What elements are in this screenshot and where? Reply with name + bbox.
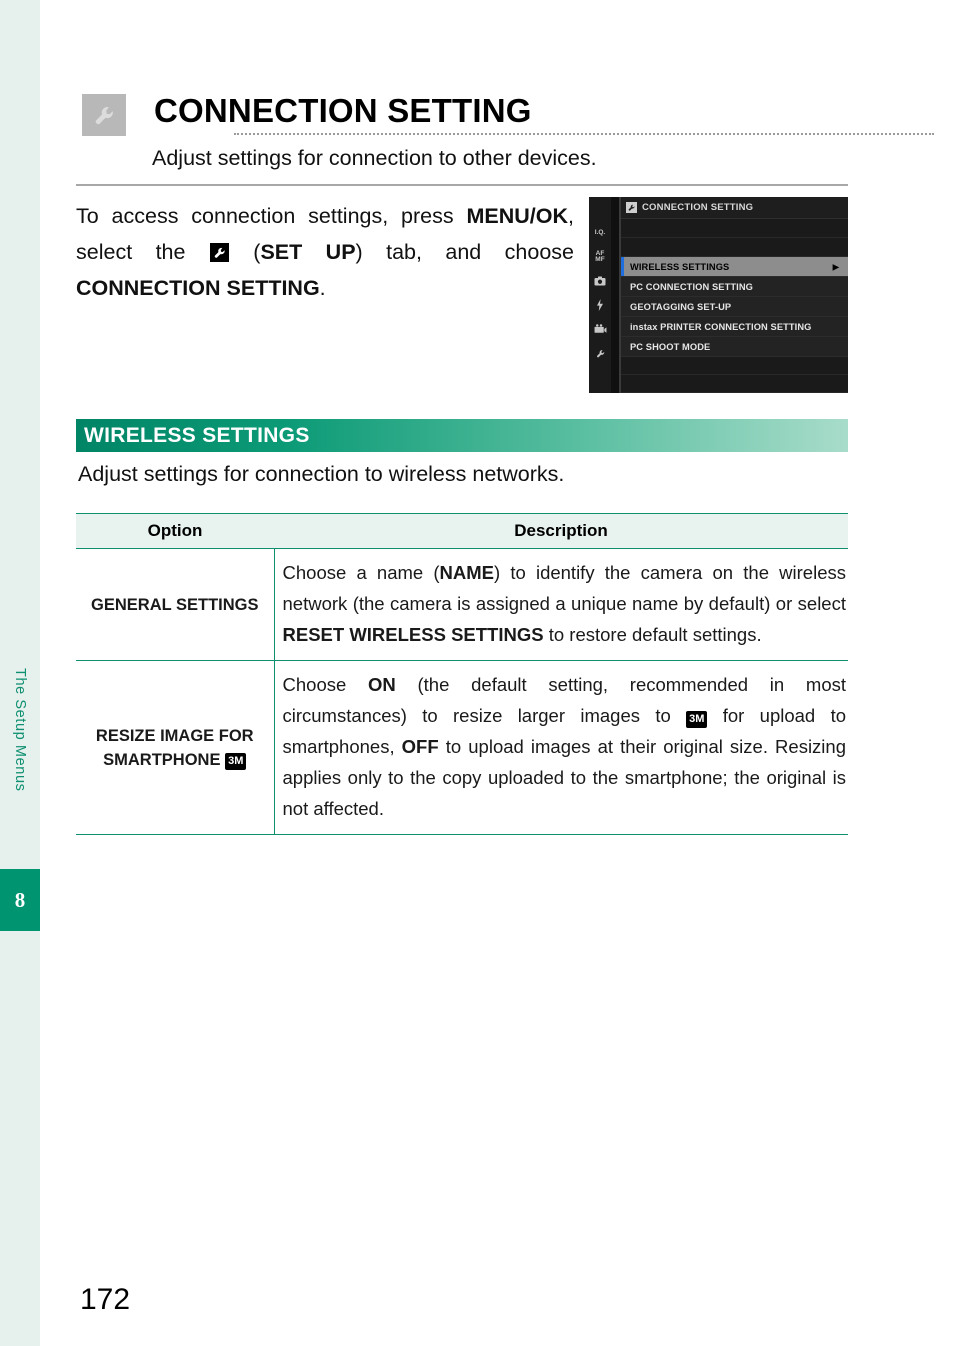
page-content: CONNECTION SETTING Adjust settings for c… [0, 0, 954, 1346]
camera-menu-item-label: WIRELESS SETTINGS [630, 261, 730, 272]
desc-bold-name: NAME [439, 562, 495, 583]
wrench-icon [82, 94, 126, 136]
column-header-option: Option [76, 513, 274, 549]
camera-menu-header-title: CONNECTION SETTING [642, 202, 754, 213]
option-description-general-settings: Choose a name (NAME) to identify the cam… [274, 548, 848, 661]
camera-menu-spacer-top-1 [621, 219, 848, 238]
intro-text-3: ( [229, 240, 261, 264]
section-header-bar: WIRELESS SETTINGS [76, 419, 848, 452]
wrench-icon [626, 202, 637, 213]
desc-bold-on: ON [368, 674, 396, 695]
camera-rail-gap [611, 197, 619, 393]
size-3m-badge: 3M [225, 752, 247, 770]
desc-bold-off: OFF [401, 736, 439, 757]
options-table-head: Option Description [76, 513, 848, 549]
chevron-right-icon: ▶ [832, 262, 839, 271]
table-header-row: Option Description [76, 513, 848, 549]
page-title-block: CONNECTION SETTING [82, 92, 934, 144]
camera-menu-item-geotagging-set-up[interactable]: GEOTAGGING SET-UP [621, 297, 848, 317]
page-title: CONNECTION SETTING [154, 92, 532, 129]
flash-icon[interactable] [589, 293, 611, 317]
title-dotted-rule [234, 132, 934, 135]
desc-text-1: Choose a name ( [282, 562, 440, 583]
table-row: RESIZE IMAGE FOR SMARTPHONE 3M Choose ON … [76, 660, 848, 835]
camera-menu-item-pc-connection-setting[interactable]: PC CONNECTION SETTING [621, 277, 848, 297]
tab-image-quality-label: I.Q. [594, 228, 606, 236]
wrench-icon [209, 243, 229, 262]
option-name-general-settings: GENERAL SETTINGS [76, 548, 275, 661]
desc-text-3: to restore default settings. [543, 624, 762, 645]
section-description: Adjust settings for connection to wirele… [78, 462, 565, 486]
intro-menu-ok-label: MENU/OK [466, 204, 569, 228]
camera-menu-body: CONNECTION SETTING WIRELESS SETTINGS ▶ P… [621, 197, 848, 393]
options-table: Option Description GENERAL SETTINGS Choo… [76, 513, 848, 835]
camera-menu-item-wireless-settings[interactable]: WIRELESS SETTINGS ▶ [621, 257, 848, 277]
column-header-description: Description [274, 513, 848, 549]
table-row: GENERAL SETTINGS Choose a name (NAME) to… [76, 548, 848, 661]
tab-mf-label: MF [595, 256, 605, 263]
page-subtitle: Adjust settings for connection to other … [152, 146, 597, 170]
camera-menu-spacer-bottom-1 [621, 357, 848, 375]
camera-menu-item-pc-shoot-mode[interactable]: PC SHOOT MODE [621, 337, 848, 357]
camera-menu-spacer-bottom-2 [621, 375, 848, 393]
intro-paragraph: To access connection settings, press MEN… [76, 198, 574, 306]
camera-tab-rail: I.Q. AF MF [589, 197, 611, 393]
option-description-resize-image-for-smartphone: Choose ON (the default setting, recommen… [274, 660, 848, 835]
option-line-2: SMARTPHONE [103, 750, 221, 769]
title-divider-rule [76, 184, 848, 186]
camera-menu-item-label: GEOTAGGING SET-UP [630, 301, 732, 312]
desc-text-1: Choose [282, 674, 369, 695]
camera-menu-item-label: PC CONNECTION SETTING [630, 281, 753, 292]
intro-text-4: ) tab, and choose [355, 240, 574, 264]
options-table-body: GENERAL SETTINGS Choose a name (NAME) to… [76, 548, 848, 835]
intro-setup-label: SET UP [260, 240, 356, 264]
tab-image-quality[interactable]: I.Q. [589, 221, 611, 245]
camera-icon[interactable] [589, 269, 611, 293]
camera-menu-item-instax-printer-connection-setting[interactable]: instax PRINTER CONNECTION SETTING [621, 317, 848, 337]
desc-bold-reset-wireless-settings: RESET WIRELESS SETTINGS [282, 624, 544, 645]
wrench-icon[interactable] [589, 341, 611, 365]
section-header-title: WIRELESS SETTINGS [84, 423, 310, 447]
page-number: 172 [80, 1283, 131, 1316]
option-line-1: RESIZE IMAGE FOR [95, 726, 254, 745]
intro-connection-setting-label: CONNECTION SETTING [76, 276, 320, 300]
movie-icon[interactable] [589, 317, 611, 341]
tab-af-mf[interactable]: AF MF [589, 245, 611, 269]
camera-menu-item-label: PC SHOOT MODE [630, 341, 711, 352]
option-name-resize-image-for-smartphone: RESIZE IMAGE FOR SMARTPHONE 3M [76, 660, 275, 835]
intro-text-1: To access connection settings, press [76, 204, 467, 228]
camera-menu-item-label: instax PRINTER CONNECTION SETTING [630, 321, 812, 332]
size-3m-badge: 3M [686, 711, 708, 728]
camera-menu-header: CONNECTION SETTING [621, 197, 848, 219]
camera-menu-spacer-top-2 [621, 238, 848, 257]
camera-screen-mockup: I.Q. AF MF CONNECTION SETTING WIRELESS S… [589, 197, 848, 393]
intro-text-5: . [319, 276, 326, 300]
